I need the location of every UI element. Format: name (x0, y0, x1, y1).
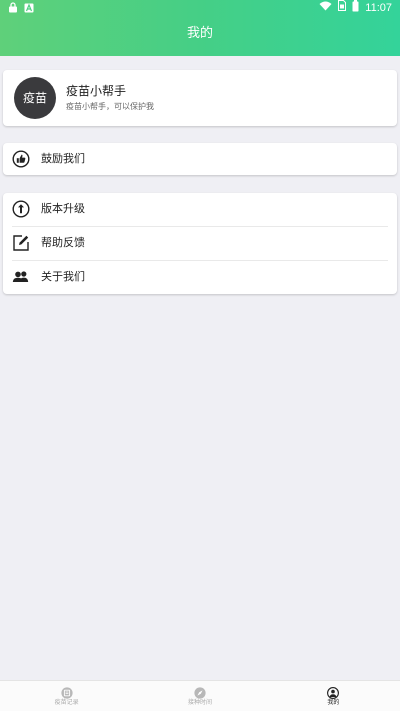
encourage-us-label: 鼓励我们 (41, 152, 85, 165)
a-notification-icon (24, 2, 34, 18)
tab-mine[interactable]: 我的 (267, 681, 400, 711)
bottom-tab-bar: 疫苗记录 接种时间 我的 (0, 680, 400, 711)
settings-menu-card: 版本升级 帮助反馈 关于我们 (3, 193, 397, 294)
sim-card-icon (338, 0, 347, 16)
encourage-us-button[interactable]: 鼓励我们 (3, 143, 397, 176)
profile-card[interactable]: 疫苗 疫苗小帮手 疫苗小帮手，可以保护我 (3, 70, 397, 126)
tab-vaccine-records[interactable]: 疫苗记录 (0, 681, 133, 711)
lock-icon (8, 2, 18, 18)
encourage-card: 鼓励我们 (3, 143, 397, 175)
wifi-icon (319, 0, 332, 16)
about-us-button[interactable]: 关于我们 (3, 261, 397, 294)
battery-icon (352, 0, 359, 17)
tab-label: 疫苗记录 (54, 699, 79, 706)
status-bar: 11:07 (0, 0, 400, 16)
person-icon (327, 684, 340, 699)
version-upgrade-button[interactable]: 版本升级 (3, 193, 397, 226)
tab-vaccination-time[interactable]: 接种时间 (133, 681, 266, 711)
version-upgrade-label: 版本升级 (41, 202, 85, 215)
thumbs-up-icon (12, 150, 30, 168)
status-bar-right: 11:07 (319, 0, 392, 16)
tab-label: 我的 (327, 699, 340, 706)
status-bar-left (8, 2, 34, 18)
upgrade-arrow-icon (12, 200, 30, 218)
top-app-bar: 11:07 我的 (0, 0, 400, 56)
people-icon (12, 268, 30, 286)
edit-icon (12, 234, 30, 252)
profile-description: 疫苗小帮手，可以保护我 (66, 102, 154, 111)
page-title: 我的 (186, 26, 213, 41)
status-time: 11:07 (365, 2, 392, 14)
help-feedback-label: 帮助反馈 (41, 236, 85, 249)
avatar: 疫苗 (14, 77, 56, 119)
help-feedback-button[interactable]: 帮助反馈 (3, 227, 397, 260)
compass-icon (194, 684, 206, 699)
tab-label: 接种时间 (187, 699, 212, 706)
about-us-label: 关于我们 (41, 270, 85, 283)
record-icon (61, 684, 73, 699)
profile-name: 疫苗小帮手 (66, 84, 127, 98)
